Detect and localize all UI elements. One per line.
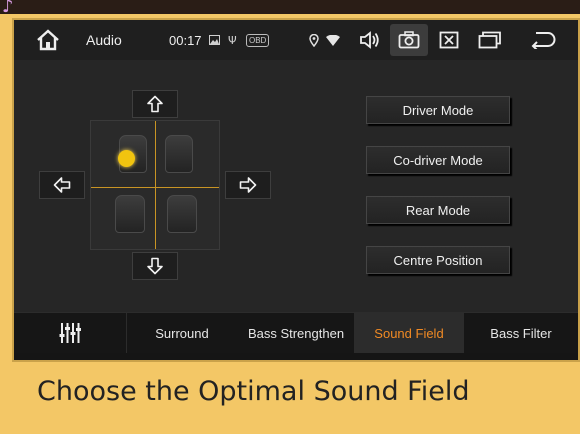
page-headline: Choose the Optimal Sound Field xyxy=(37,376,470,407)
equalizer-tab[interactable] xyxy=(14,313,127,353)
sound-field-panel: Driver Mode Co-driver Mode Rear Mode Cen… xyxy=(14,60,578,312)
rear-left-seat xyxy=(115,195,145,233)
driver-mode-button[interactable]: Driver Mode xyxy=(366,96,510,124)
close-window-icon[interactable] xyxy=(430,24,468,56)
co-driver-mode-button[interactable]: Co-driver Mode xyxy=(366,146,510,174)
image-icon xyxy=(209,20,220,60)
centre-position-button[interactable]: Centre Position xyxy=(366,246,510,274)
tab-sound-field[interactable]: Sound Field xyxy=(354,313,464,353)
tab-bass-strengthen[interactable]: Bass Strengthen xyxy=(238,313,354,353)
arrow-up-icon xyxy=(147,95,163,113)
crosshair-vertical xyxy=(155,121,156,249)
wifi-icon xyxy=(326,20,340,60)
arrow-down-icon xyxy=(147,257,163,275)
move-up-button[interactable] xyxy=(132,90,178,118)
app-title: Audio xyxy=(86,32,122,48)
rear-right-seat xyxy=(167,195,197,233)
audio-tab-bar: Surround Bass Strengthen Sound Field Bas… xyxy=(14,312,578,353)
status-bar: Audio 00:17 Ψ OBD xyxy=(14,20,578,60)
obd-badge-icon: OBD xyxy=(246,20,270,60)
clock: 00:17 xyxy=(169,32,202,48)
arrow-left-icon xyxy=(53,177,71,193)
top-strip xyxy=(0,0,580,14)
equalizer-icon xyxy=(59,323,81,343)
move-left-button[interactable] xyxy=(39,171,85,199)
sound-focus-point[interactable] xyxy=(118,150,135,167)
back-icon[interactable] xyxy=(524,24,562,56)
arrow-right-icon xyxy=(239,177,257,193)
tab-surround[interactable]: Surround xyxy=(126,313,238,353)
location-icon xyxy=(309,20,319,60)
rear-mode-button[interactable]: Rear Mode xyxy=(366,196,510,224)
seat-layout-pad[interactable] xyxy=(90,120,220,250)
front-right-seat xyxy=(165,135,193,173)
move-down-button[interactable] xyxy=(132,252,178,280)
camera-icon[interactable] xyxy=(390,24,428,56)
home-icon[interactable] xyxy=(34,20,62,60)
head-unit-screen: Audio 00:17 Ψ OBD Driver Mode Co-driver … xyxy=(12,18,580,362)
volume-icon[interactable] xyxy=(351,24,389,56)
tab-bass-filter[interactable]: Bass Filter xyxy=(464,313,578,353)
move-right-button[interactable] xyxy=(225,171,271,199)
music-note-icon: ♪ xyxy=(2,0,14,17)
multi-window-icon[interactable] xyxy=(471,24,509,56)
usb-icon: Ψ xyxy=(228,33,237,47)
